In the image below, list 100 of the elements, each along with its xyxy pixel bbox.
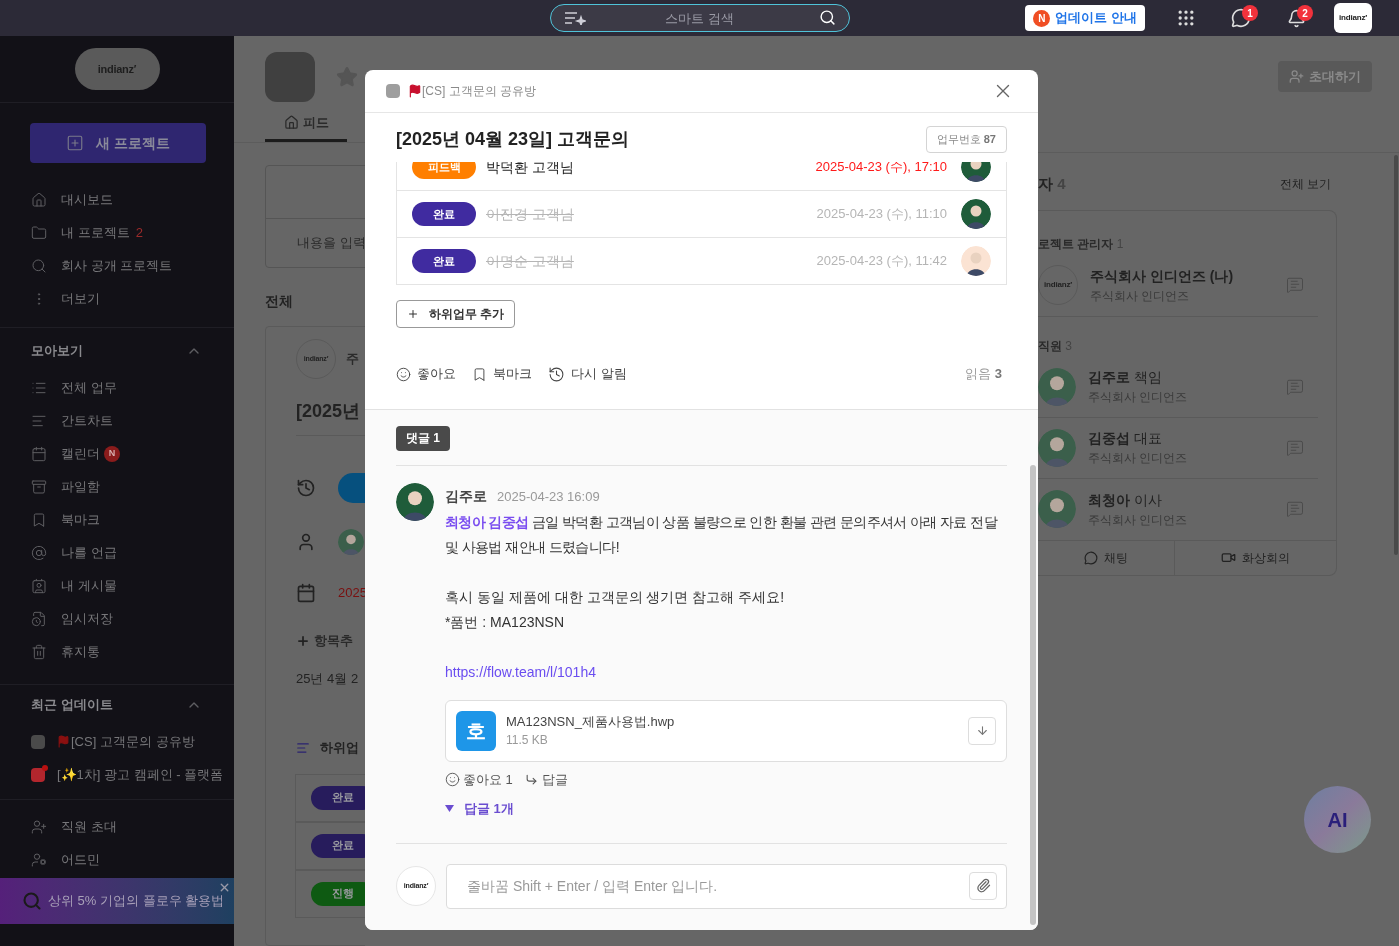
trash-icon — [31, 643, 47, 660]
promo-text: 상위 5% 기업의 플로우 활용법 — [48, 892, 225, 911]
count-badge: 2 — [1297, 5, 1313, 21]
comment-count: 댓글 1 — [396, 425, 450, 451]
sidebar-item[interactable]: 전체 업무 — [0, 371, 234, 404]
sidebar-item[interactable]: 북마크 — [0, 503, 234, 536]
status-pill[interactable]: 완료 — [412, 249, 476, 273]
history-icon — [296, 478, 316, 498]
comment-input[interactable]: 줄바꿈 Shift + Enter / 입력 Enter 입니다. — [446, 863, 1007, 909]
avatar — [338, 529, 364, 555]
logo-badge[interactable]: indianz′ — [74, 48, 160, 90]
project-color — [386, 84, 400, 98]
sidebar-item[interactable]: 직원 초대 — [0, 810, 234, 843]
subtask-row[interactable]: 완료 이진경 고객님 2025-04-23 (수), 11:10 — [396, 190, 1007, 238]
replies-toggle[interactable]: 답글 1개 — [445, 799, 514, 819]
avatar — [396, 482, 434, 521]
at-sign-icon — [31, 544, 47, 561]
status-pill[interactable]: 완료 — [412, 202, 476, 226]
sidebar-item[interactable]: 내 프로젝트 2 — [0, 216, 234, 249]
comment-link[interactable]: https://flow.team/l/101h4 — [445, 659, 596, 685]
sidebar-item[interactable]: 휴지통 — [0, 635, 234, 668]
avatar — [961, 246, 991, 276]
project-name: [CS] 고객문의 공유방 — [71, 732, 195, 751]
history-icon — [548, 365, 565, 383]
subtask-name: 이명순 고객님 — [486, 251, 574, 271]
scrollbar[interactable] — [1030, 465, 1036, 925]
apps-grid-icon[interactable] — [1176, 8, 1196, 28]
comment-author: 김주로 — [445, 486, 487, 506]
sidebar-item[interactable]: 캘린더 N — [0, 437, 234, 470]
feed-tab[interactable]: 피드 — [265, 106, 347, 142]
bookmark-icon — [31, 511, 47, 528]
view-all-link[interactable]: 전체 보기 — [1279, 175, 1331, 194]
add-subtask-button[interactable]: 하위업무 추가 — [396, 300, 516, 328]
section-title: 전체 — [265, 292, 294, 311]
member-name: 최청아 이사 — [1088, 490, 1163, 510]
chat-button[interactable]: 채팅 — [1038, 540, 1175, 575]
square-plus-icon — [66, 134, 85, 152]
reply-button[interactable]: 답글 — [524, 769, 568, 789]
recent-project[interactable]: [CS] 고객문의 공유방 — [0, 725, 234, 758]
search-field[interactable]: 스마트 검색 — [549, 4, 850, 32]
arrow-down-icon — [975, 724, 989, 737]
promo-banner[interactable]: 상위 5% 기업의 플로우 활용법 — [0, 878, 234, 924]
due-date: 2025-04-23 (수), 11:42 — [816, 252, 947, 271]
comment-text: 혹시 동일 제품에 대한 고객문의 생기면 참고해 주세요! — [445, 587, 786, 607]
sidebar-item[interactable]: 어드민 — [0, 843, 234, 876]
sidebar-item[interactable]: 회사 공개 프로젝트 — [0, 249, 234, 282]
comment-text: 최청아 김중섭 금일 박덕환 고객님이 상품 불량으로 인한 환불 관련 문의주셔서 아래 자료 전달 및 사용법 재안내 드렸습니다! — [445, 512, 999, 557]
contact-icon — [31, 577, 47, 594]
action-button[interactable]: 북마크 — [472, 364, 532, 384]
folder-icon — [31, 224, 47, 241]
house-icon — [31, 191, 47, 208]
hwp-file-icon: 호 — [456, 710, 496, 751]
read-count[interactable]: 읽음 3 — [965, 364, 1002, 384]
file-card[interactable]: 호 MA123NSN_제품사용법.hwp 11.5 KB — [445, 699, 1007, 762]
flag-icon — [408, 84, 422, 98]
sidebar-item[interactable]: 임시저장 — [0, 602, 234, 635]
avatar — [1038, 490, 1076, 528]
sidebar-item[interactable]: 나를 언급 — [0, 536, 234, 569]
user-icon — [296, 532, 316, 552]
status-pill: 진행 — [311, 881, 365, 906]
new-project-button[interactable]: 새 프로젝트 — [30, 123, 206, 163]
profile-button[interactable]: indianz′ — [1334, 3, 1372, 33]
due-date: 2025-04-23 (수), 17:10 — [815, 162, 947, 177]
ai-button[interactable]: AI — [1304, 786, 1371, 853]
count-badge: 1 — [1242, 5, 1258, 21]
download-button[interactable] — [968, 716, 996, 745]
sidebar-item[interactable]: 더보기 — [0, 282, 234, 315]
logo: indianz′ — [1339, 12, 1367, 24]
like-button[interactable]: 좋아요 1 — [445, 769, 513, 789]
status-pill[interactable]: 피드백 — [412, 162, 476, 179]
file-clock-icon — [31, 610, 47, 627]
subtask-row[interactable]: 완료 이명순 고객님 2025-04-23 (수), 11:42 — [396, 237, 1007, 285]
smile-icon — [445, 771, 460, 787]
update-notice-button[interactable]: N 업데이트 안내 — [1025, 5, 1145, 31]
sidebar-item[interactable]: 대시보드 — [0, 183, 234, 216]
action-button[interactable]: 다시 알림 — [548, 364, 627, 384]
plus-icon — [296, 633, 310, 648]
sidebar-item[interactable]: 내 게시물 — [0, 569, 234, 602]
created-date: 25년 4월 2 — [296, 669, 360, 688]
attach-button[interactable] — [969, 871, 997, 900]
status-pill: 완료 — [311, 833, 365, 858]
user-plus-icon — [1289, 69, 1304, 84]
status-pill: 완료 — [311, 785, 365, 810]
sidebar-item[interactable]: 파일함 — [0, 470, 234, 503]
video-call-button[interactable]: 화상회의 — [1175, 540, 1336, 575]
due-date: 2025-04-23 (수), 11:10 — [816, 205, 947, 224]
count: 2 — [135, 223, 143, 242]
section-title: 모아보기 — [31, 342, 83, 361]
archive-icon — [31, 478, 47, 495]
search-icon[interactable] — [818, 9, 836, 26]
post-author: 주 — [346, 350, 359, 369]
subtasks-label: 하위업 — [320, 739, 359, 757]
sparkle-list-icon — [563, 11, 586, 25]
close-icon[interactable] — [218, 881, 231, 894]
calendar-icon — [296, 583, 316, 603]
recent-project[interactable]: [✨1차] 광고 캠페인 - 플랫폼 — [0, 758, 234, 791]
sidebar-item[interactable]: 간트차트 — [0, 404, 234, 437]
mention-link[interactable]: 최청아 김중섭 — [445, 513, 529, 530]
action-button[interactable]: 좋아요 — [396, 364, 456, 384]
bell-icon[interactable] — [1286, 8, 1306, 28]
